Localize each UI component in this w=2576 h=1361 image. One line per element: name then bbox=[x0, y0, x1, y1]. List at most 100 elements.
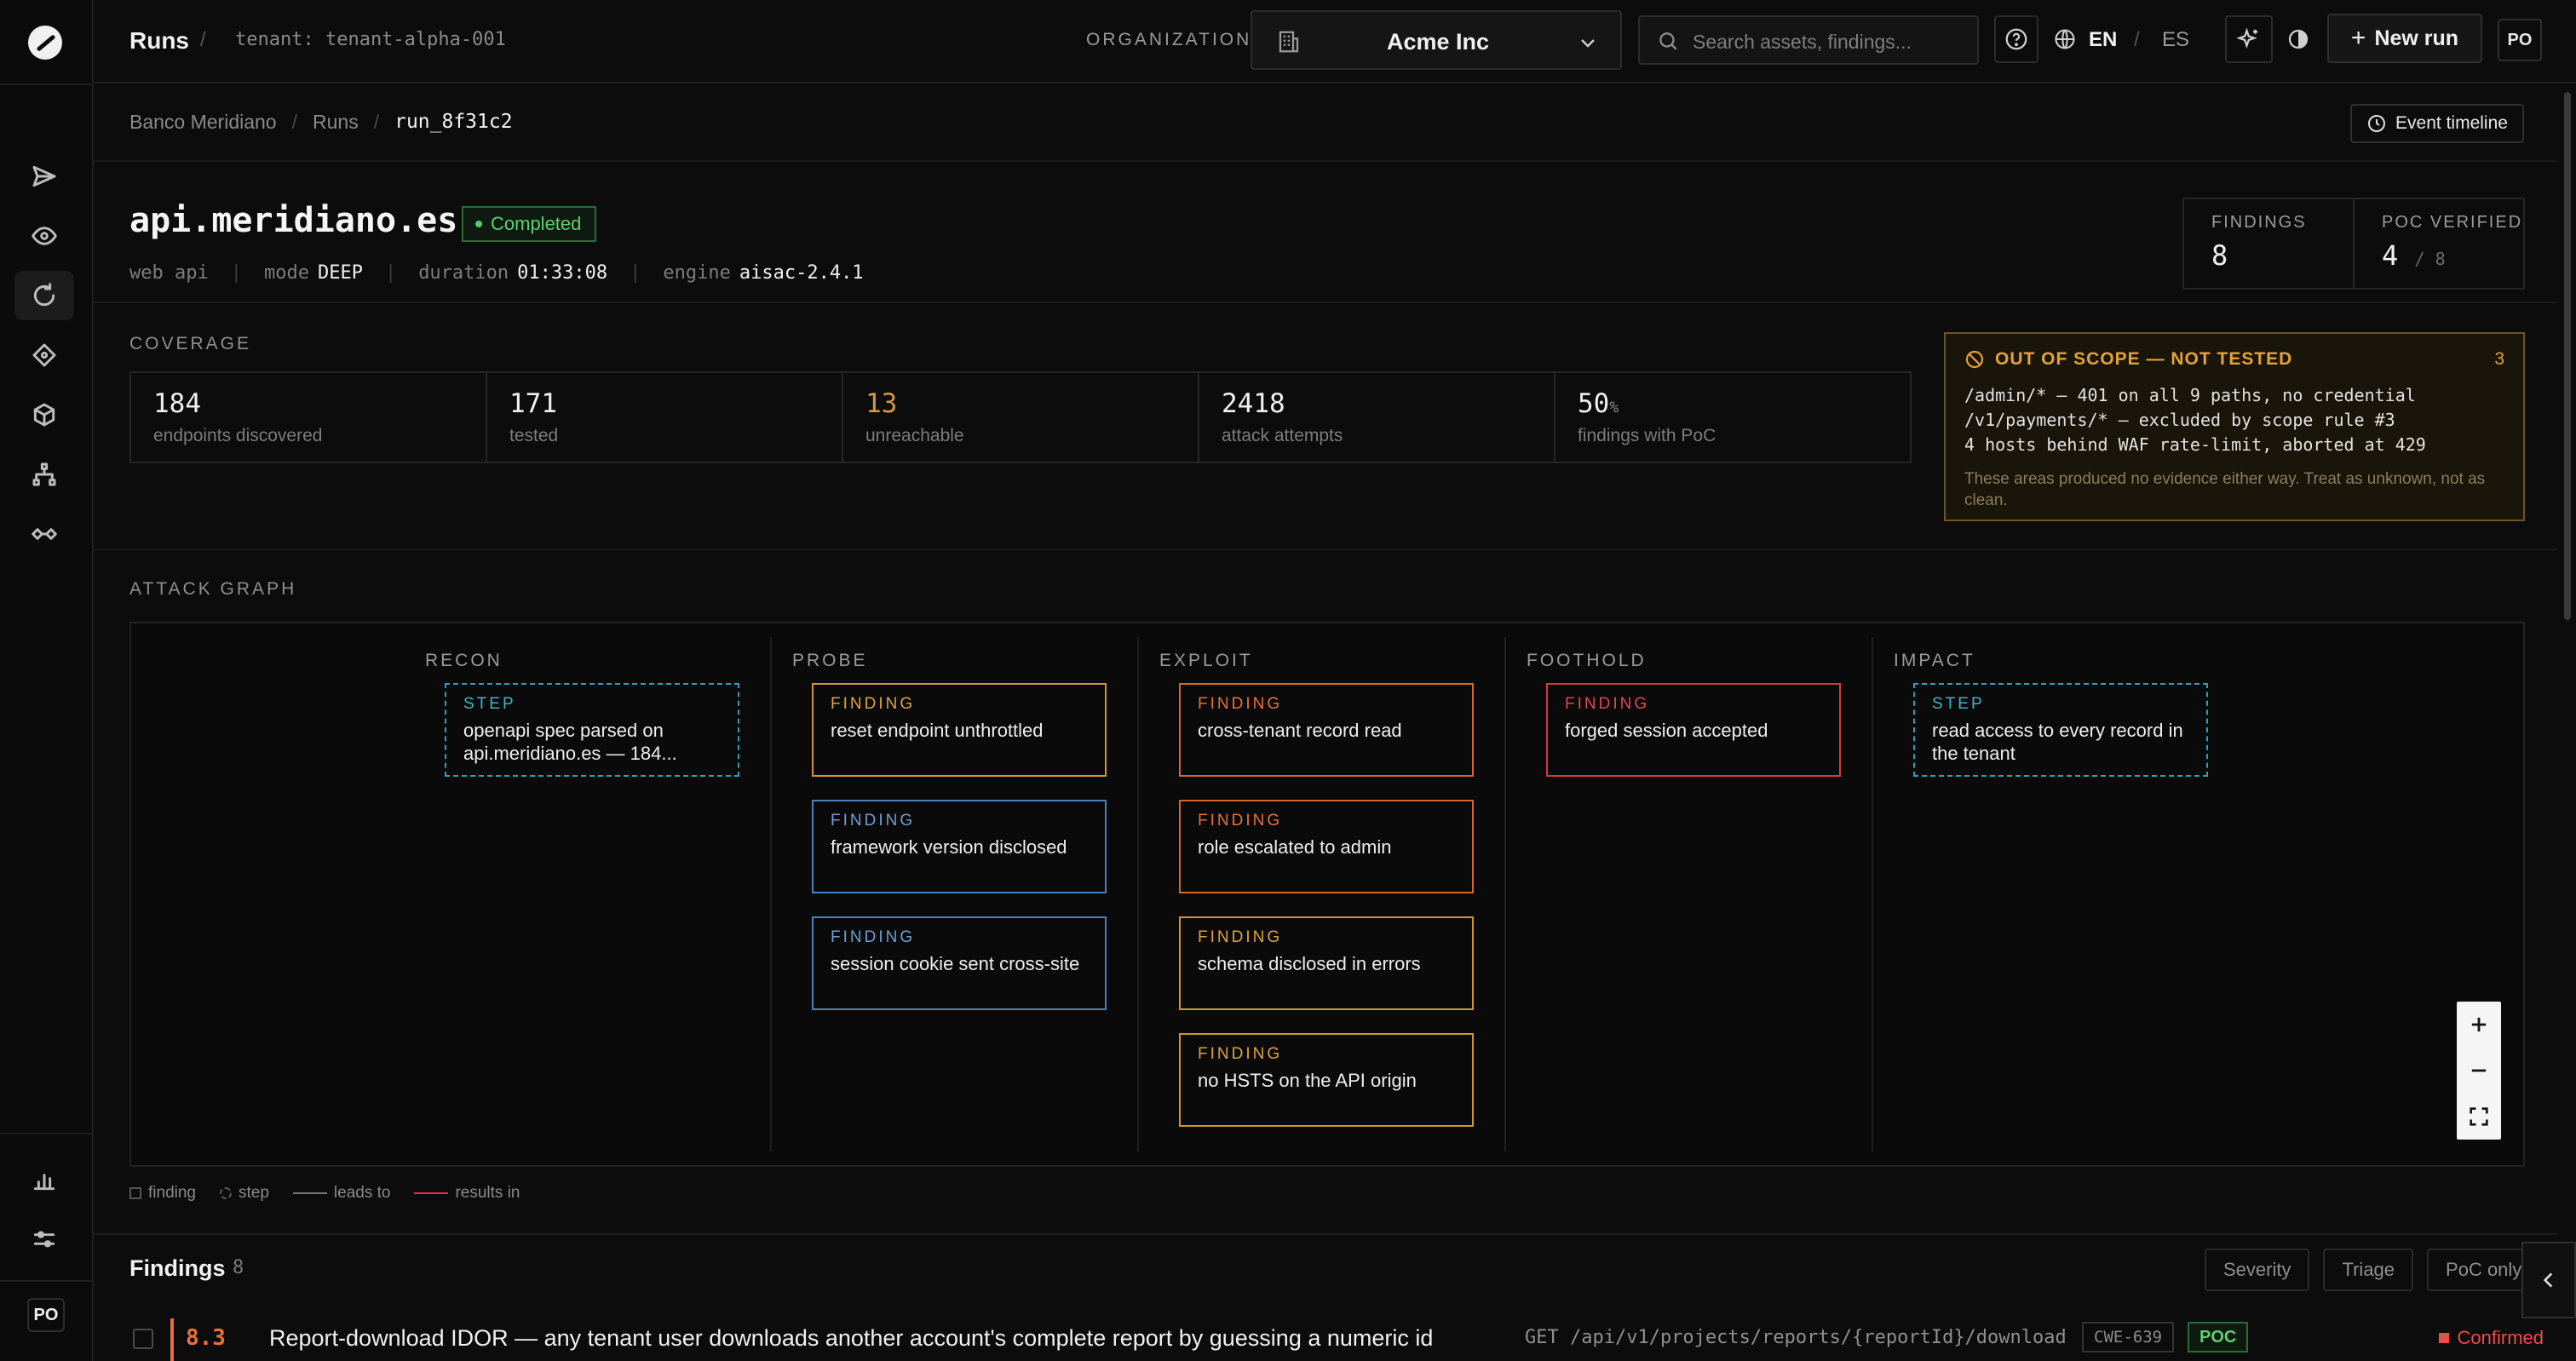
user-avatar[interactable]: PO bbox=[2498, 19, 2542, 61]
globe-icon bbox=[2055, 29, 2075, 49]
event-timeline-button[interactable]: Event timeline bbox=[2350, 104, 2524, 143]
column-header-impact: IMPACT bbox=[1894, 651, 1975, 670]
help-button[interactable] bbox=[1994, 15, 2038, 63]
node-text: cross-tenant record read bbox=[1198, 720, 1402, 741]
link-icon bbox=[32, 528, 57, 540]
collapse-panel-button[interactable] bbox=[2521, 1242, 2576, 1318]
zoom-controls bbox=[2457, 1002, 2501, 1140]
out-of-scope-panel: OUT OF SCOPE — NOT TESTED 3 /admin/* — 4… bbox=[1944, 332, 2525, 521]
kpi-poc: POC VERIFIED 4 / 8 bbox=[2353, 199, 2523, 288]
new-run-button[interactable]: + New run bbox=[2327, 14, 2482, 63]
clock-icon bbox=[2368, 115, 2386, 132]
breadcrumb: Banco Meridiano / Runs / run_8f31c2 bbox=[129, 111, 513, 134]
search-box[interactable]: Search assets, findings... bbox=[1638, 15, 1979, 65]
kpi-poc-label: POC VERIFIED bbox=[2382, 213, 2523, 232]
legend-label: leads to bbox=[333, 1184, 391, 1202]
rail-link-button[interactable] bbox=[14, 509, 74, 559]
finding-row[interactable]: 8.3 Report-download IDOR — any tenant us… bbox=[94, 1312, 2557, 1361]
divider bbox=[94, 160, 2557, 162]
finding-swatch bbox=[129, 1187, 141, 1199]
graph-node[interactable]: FINDING no HSTS on the API origin bbox=[1179, 1033, 1474, 1127]
language-es[interactable]: ES bbox=[2162, 28, 2189, 52]
graph-node[interactable]: FINDING cross-tenant record read bbox=[1179, 683, 1474, 777]
zoom-in-button[interactable] bbox=[2457, 1002, 2501, 1048]
ai-assist-button[interactable] bbox=[2225, 15, 2273, 63]
contrast-icon bbox=[2288, 29, 2309, 49]
node-kind: FINDING bbox=[1198, 1045, 1283, 1063]
node-text: role escalated to admin bbox=[1198, 836, 1392, 858]
severity-bar bbox=[170, 1318, 174, 1361]
breadcrumb-item[interactable]: Banco Meridiano bbox=[129, 111, 277, 134]
breadcrumb-separator: / bbox=[373, 111, 380, 133]
status-text: Completed bbox=[491, 213, 582, 234]
node-kind: FINDING bbox=[1198, 812, 1283, 830]
results-in-swatch bbox=[414, 1192, 449, 1194]
minus-icon bbox=[2471, 1069, 2487, 1072]
rail-cube-button[interactable] bbox=[14, 390, 74, 439]
rail-diamond-button[interactable] bbox=[14, 330, 74, 380]
findings-count: 8 bbox=[233, 1257, 244, 1278]
node-kind: FINDING bbox=[1198, 695, 1283, 713]
out-of-scope-list: /admin/* — 401 on all 9 paths, no creden… bbox=[1964, 383, 2426, 457]
breadcrumb-item[interactable]: Runs bbox=[313, 111, 359, 134]
severity-score: 8.3 bbox=[186, 1325, 226, 1351]
graph-node[interactable]: FINDING reset endpoint unthrottled bbox=[812, 683, 1107, 777]
scrollbar-thumb[interactable] bbox=[2564, 92, 2571, 620]
sliders-icon bbox=[33, 1231, 55, 1248]
graph-node[interactable]: STEP read access to every record in the … bbox=[1913, 683, 2208, 777]
node-text: read access to every record in the tenan… bbox=[1932, 720, 2183, 764]
out-of-scope-header: OUT OF SCOPE — NOT TESTED bbox=[1964, 349, 2292, 370]
rail-eye-button[interactable] bbox=[14, 211, 74, 261]
zoom-out-button[interactable] bbox=[2457, 1048, 2501, 1094]
title-separator: / bbox=[200, 28, 206, 51]
app-logo[interactable] bbox=[28, 26, 62, 60]
organization-select[interactable]: Acme Inc bbox=[1251, 10, 1622, 70]
language-en[interactable]: EN bbox=[2089, 28, 2117, 52]
node-kind: STEP bbox=[463, 695, 516, 713]
user-avatar[interactable]: PO bbox=[27, 1298, 65, 1332]
finding-title[interactable]: Report-download IDOR — any tenant user d… bbox=[269, 1325, 1433, 1352]
node-kind: FINDING bbox=[1198, 928, 1283, 946]
row-checkbox[interactable] bbox=[133, 1329, 153, 1349]
theme-toggle[interactable] bbox=[2274, 15, 2322, 63]
leads-to-swatch bbox=[292, 1192, 327, 1194]
finding-status-text: Confirmed bbox=[2457, 1327, 2544, 1348]
organization-label: ORGANIZATION bbox=[1086, 30, 1252, 49]
attack-graph[interactable]: RECON PROBE EXPLOIT FOOTHOLD IMPACT STEP… bbox=[129, 622, 2525, 1167]
step-swatch bbox=[220, 1187, 232, 1199]
rail-settings-button[interactable] bbox=[14, 1215, 74, 1264]
out-of-scope-count: 3 bbox=[2494, 349, 2504, 369]
finding-status: Confirmed bbox=[2438, 1327, 2544, 1349]
graph-node[interactable]: STEP openapi spec parsed on api.meridian… bbox=[445, 683, 739, 777]
rail-divider bbox=[0, 1280, 94, 1282]
rail-analytics-button[interactable] bbox=[14, 1155, 74, 1204]
meta-duration-label: duration bbox=[418, 262, 509, 284]
node-text: no HSTS on the API origin bbox=[1198, 1070, 1417, 1091]
node-kind: FINDING bbox=[831, 695, 916, 713]
page-scrollbar[interactable] bbox=[2559, 85, 2576, 1361]
graph-node[interactable]: FINDING framework version disclosed bbox=[812, 800, 1107, 893]
fit-view-button[interactable] bbox=[2457, 1094, 2501, 1140]
filter-triage-button[interactable]: Triage bbox=[2323, 1249, 2414, 1291]
meta-mode-label: mode bbox=[263, 262, 309, 284]
help-icon bbox=[2005, 28, 2027, 50]
meta-engine-label: engine bbox=[663, 262, 731, 284]
filter-severity-button[interactable]: Severity bbox=[2205, 1249, 2310, 1291]
graph-node[interactable]: FINDING forged session accepted bbox=[1546, 683, 1841, 777]
organization-name: Acme Inc bbox=[1386, 29, 1490, 55]
breadcrumb-separator: / bbox=[291, 111, 297, 133]
fullscreen-icon bbox=[2470, 1107, 2488, 1126]
legend-item: finding bbox=[129, 1184, 196, 1203]
search-icon bbox=[1659, 32, 1677, 50]
graph-node[interactable]: FINDING session cookie sent cross-site bbox=[812, 916, 1107, 1010]
coverage-caption: unreachable bbox=[865, 426, 964, 445]
graph-node[interactable]: FINDING schema disclosed in errors bbox=[1179, 916, 1474, 1010]
divider bbox=[94, 548, 2557, 550]
search-input[interactable]: Search assets, findings... bbox=[1693, 31, 1912, 54]
rail-hierarchy-button[interactable] bbox=[14, 450, 74, 499]
rail-send-button[interactable] bbox=[14, 152, 74, 201]
rail-runs-button[interactable] bbox=[14, 271, 74, 320]
language-separator: / bbox=[2134, 28, 2140, 51]
meta-duration-value: 01:33:08 bbox=[517, 262, 608, 284]
graph-node[interactable]: FINDING role escalated to admin bbox=[1179, 800, 1474, 893]
